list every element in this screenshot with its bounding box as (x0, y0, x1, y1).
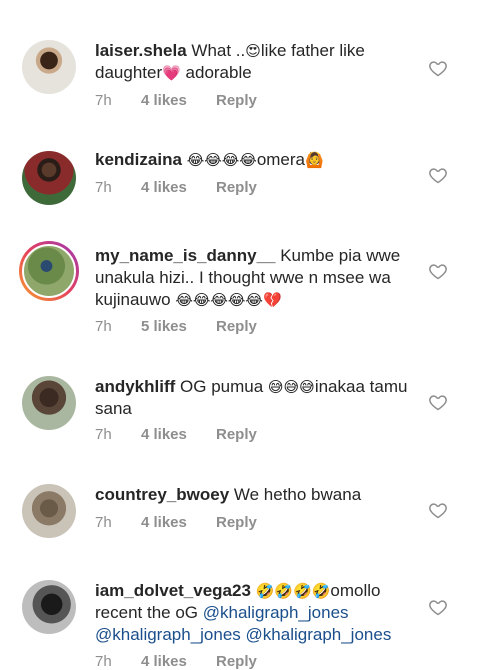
comment-likes[interactable]: 4 likes (141, 514, 216, 531)
heart-icon[interactable] (428, 392, 448, 412)
comment-meta: 7h 4 likes Reply (95, 514, 257, 531)
comment-emoji: 😂😂😂😂😂💔 (175, 291, 282, 309)
reply-button[interactable]: Reply (216, 318, 257, 335)
avatar[interactable] (22, 376, 76, 430)
heart-icon[interactable] (428, 597, 448, 617)
heart-icon[interactable] (428, 58, 448, 78)
comment-username[interactable]: countrey_bwoey (95, 485, 229, 504)
comment-emoji: 🤣🤣🤣🤣 (250, 582, 331, 600)
comment-time: 7h (95, 426, 112, 443)
reply-button[interactable]: Reply (216, 426, 257, 443)
comment-meta: 7h 4 likes Reply (95, 426, 257, 443)
comment-time: 7h (95, 318, 112, 335)
comment-username[interactable]: andykhliff (95, 377, 175, 396)
comment-text: omera (256, 150, 305, 169)
comment-username[interactable]: laiser.shela (95, 41, 187, 60)
comment-text: OG pumua (175, 377, 268, 396)
comment-meta: 7h 4 likes Reply (95, 92, 257, 109)
comment-text: What .. (186, 41, 246, 60)
comment-emoji: 💗 (162, 64, 181, 82)
avatar[interactable] (19, 241, 79, 301)
comment-time: 7h (95, 514, 112, 531)
comment-meta: 7h 5 likes Reply (95, 318, 257, 335)
comment-time: 7h (95, 92, 112, 109)
avatar[interactable] (22, 484, 76, 538)
comment-emoji: 😅😅😅 (267, 378, 315, 396)
comment-meta: 7h 4 likes Reply (95, 179, 257, 196)
comment-username[interactable]: iam_dolvet_vega23 (95, 581, 251, 600)
comment-text: adorable (180, 63, 252, 82)
avatar[interactable] (22, 40, 76, 94)
comment-likes[interactable]: 5 likes (141, 318, 216, 335)
comment-likes[interactable]: 4 likes (141, 426, 216, 443)
reply-button[interactable]: Reply (216, 514, 257, 531)
comment-likes[interactable]: 4 likes (141, 92, 216, 109)
reply-button[interactable]: Reply (216, 92, 257, 109)
reply-button[interactable]: Reply (216, 179, 257, 196)
heart-icon[interactable] (428, 500, 448, 520)
heart-icon[interactable] (428, 261, 448, 281)
comment-emoji: 🙆 (305, 151, 324, 169)
comment-username[interactable]: my_name_is_danny__ (95, 246, 276, 265)
avatar[interactable] (22, 151, 76, 205)
comment-time: 7h (95, 179, 112, 196)
mention-link[interactable]: @khaligraph_jones (246, 625, 392, 644)
mention-link[interactable]: @khaligraph_jones (203, 603, 349, 622)
mention-link[interactable]: @khaligraph_jones (95, 625, 241, 644)
comment-username[interactable]: kendizaina (95, 150, 182, 169)
avatar[interactable] (22, 580, 76, 634)
heart-icon[interactable] (428, 165, 448, 185)
comment-emoji: 😍 (245, 42, 261, 60)
comment-emoji: 😂😂😂😂 (181, 151, 257, 169)
comment-text: We hetho bwana (229, 485, 362, 504)
comment-likes[interactable]: 4 likes (141, 179, 216, 196)
